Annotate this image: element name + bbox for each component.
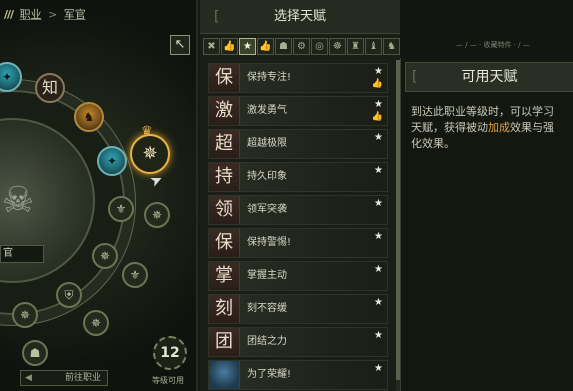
sort-label[interactable]: — / — · 收藏特件 · / — [456,40,530,50]
recommended-thumb-icon: 👍 [371,79,383,89]
career-wheel-panel: /// 职业 > 军官 ↖ ☠ 官 ✦ 知 ♞ ✦ ♛ ✵ ➤ ⚜ ✵ ✵ ⚜ … [0,0,200,391]
talent-row[interactable]: 刻刻不容缓 ★ [208,294,388,324]
breadcrumb-separator: > [48,8,58,21]
desc-line-2a: 天赋，获得被动 [411,121,488,134]
talent-node-banner[interactable]: ☗ [22,340,48,366]
talent-glyph: 刻 [209,295,240,323]
favorite-star-icon[interactable]: ★ [374,363,383,374]
talent-row[interactable]: 保保持警惕! ★ [208,228,388,258]
talent-node-helm[interactable]: ⛨ [56,282,82,308]
talent-row[interactable]: 激激发勇气 ★ 👍 [208,96,388,126]
favorite-star-icon[interactable]: ★ [374,264,383,275]
favorite-star-icon[interactable]: ★ [374,330,383,341]
talent-glyph: 保 [209,229,240,257]
filter-tab-3[interactable]: 👍 [257,37,274,55]
filter-tab-5[interactable]: ⚙ [293,37,310,55]
talent-row[interactable]: 保保持专注! ★ 👍 [208,63,388,93]
talent-portrait-icon [209,361,240,389]
breadcrumb: /// 职业 > 军官 [4,6,86,22]
talent-name: 超越极限 [247,138,287,149]
rank-label: 官 [0,245,44,263]
available-description: 到达此职业等级时，可以学习 天赋，获得被动加成效果与强 化效果。 [411,104,573,152]
favorite-star-icon[interactable]: ★ [374,66,383,77]
favorite-star-icon[interactable]: ★ [374,198,383,209]
desc-highlight: 加成 [488,121,510,134]
talent-row[interactable]: 掌掌握主动 ★ [208,261,388,291]
filter-tab-0[interactable]: ✖ [203,37,220,55]
filter-tab-1[interactable]: 👍 [221,37,238,55]
talent-name: 刻不容缓 [247,303,287,314]
talent-name: 持久印象 [247,171,287,182]
expand-icon[interactable]: ↖ [170,35,190,55]
talent-name: 掌握主动 [247,270,287,281]
available-header: [ 可用天赋 [405,62,573,92]
header-bracket-icon: [ [214,9,220,25]
favorite-star-icon[interactable]: ★ [374,132,383,143]
desc-line-2b: 效果与强 [510,121,554,134]
breadcrumb-officer[interactable]: 军官 [64,8,86,21]
prev-career-button[interactable]: ◀ 前往职业 [20,370,108,386]
desc-line-1: 到达此职业等级时，可以学习 [411,105,554,118]
talent-node-star-b[interactable]: ✵ [92,243,118,269]
talent-row[interactable]: 持持久印象 ★ [208,162,388,192]
talent-node-star-d[interactable]: ✵ [12,302,38,328]
talent-node-know[interactable]: 知 [35,73,65,103]
favorite-star-icon[interactable]: ★ [374,165,383,176]
talent-glyph: 领 [209,196,240,224]
talent-glyph: 团 [209,328,240,356]
choose-talent-panel: [ 选择天赋 ✖ 👍 ★ 👍 ☗ ⚙ ◎ ☸ ♜ ♝ ♞ 保保持专注! ★ 👍 激激发勇气 ★ 👍 超超越极限 ★… [200,0,400,391]
talent-name: 团结之力 [247,336,287,347]
talent-row[interactable]: 超超越极限 ★ [208,129,388,159]
favorite-star-icon[interactable]: ★ [374,231,383,242]
filter-tab-7[interactable]: ☸ [329,37,346,55]
talent-glyph: 超 [209,130,240,158]
talent-node-fleur-b[interactable]: ⚜ [122,262,148,288]
talent-name: 为了荣耀! [247,369,292,380]
talent-glyph: 激 [209,97,240,125]
choose-panel-title: 选择天赋 [273,9,326,24]
breadcrumb-career[interactable]: 职业 [20,8,42,21]
choose-panel-header: [ 选择天赋 [200,0,400,34]
filter-tab-9[interactable]: ♝ [365,37,382,55]
talent-name: 激发勇气 [247,105,287,116]
talent-node-portrait[interactable]: ♞ [74,102,104,132]
level-badge: 12 [153,336,187,370]
back-arrow-icon: ◀ [25,373,32,383]
talent-node-fleur-a[interactable]: ⚜ [108,196,134,222]
level-caption: 等级可用 [152,376,184,385]
header-bracket-icon: [ [412,69,418,85]
filter-bar: ✖ 👍 ★ 👍 ☗ ⚙ ◎ ☸ ♜ ♝ ♞ [200,35,400,57]
filter-tab-2[interactable]: ★ [239,37,256,55]
filter-tab-6[interactable]: ◎ [311,37,328,55]
prev-career-label: 前往职业 [64,373,101,383]
skull-emblem-icon: ☠ [1,180,35,221]
talent-row[interactable]: 领领军突袭 ★ [208,195,388,225]
favorite-star-icon[interactable]: ★ [374,99,383,110]
cursor-icon: ➤ [146,169,166,191]
filter-tab-8[interactable]: ♜ [347,37,364,55]
available-talents-panel: [ 可用天赋 到达此职业等级时，可以学习 天赋，获得被动加成效果与强 化效果。 [400,58,573,391]
breadcrumb-prefix: /// [4,8,14,21]
favorite-star-icon[interactable]: ★ [374,297,383,308]
talent-glyph: 持 [209,163,240,191]
recommended-thumb-icon: 👍 [371,112,383,122]
talent-glyph: 保 [209,64,240,92]
talent-glyph: 掌 [209,262,240,290]
talent-name: 领军突袭 [247,204,287,215]
filter-tab-4[interactable]: ☗ [275,37,292,55]
talent-name: 保持警惕! [247,237,292,248]
available-title: 可用天赋 [461,69,518,85]
talent-list: 保保持专注! ★ 👍 激激发勇气 ★ 👍 超超越极限 ★ 持持久印象 ★ 领领军突袭 ★ 保保持警惕! ★… [208,63,388,391]
talent-node-selected[interactable]: ✵ [130,134,170,174]
talent-row[interactable]: 团团结之力 ★ [208,327,388,357]
talent-node-star-a[interactable]: ✵ [144,202,170,228]
talent-row[interactable]: 为了荣耀! ★ [208,360,388,390]
talent-node-star-c[interactable]: ✵ [83,310,109,336]
desc-line-3: 化效果。 [411,137,455,150]
talent-node-teal-mid[interactable]: ✦ [97,146,127,176]
filter-tab-10[interactable]: ♞ [383,37,400,55]
talent-name: 保持专注! [247,72,292,83]
